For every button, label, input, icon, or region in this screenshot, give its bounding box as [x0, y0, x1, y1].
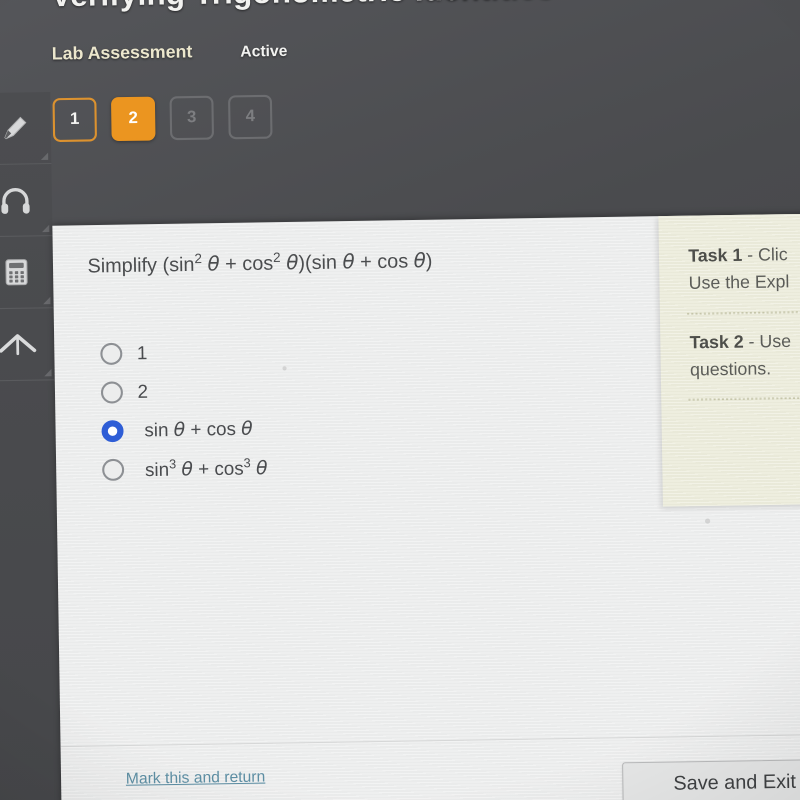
option-label-4: sin3 θ + cos3 θ	[144, 455, 268, 481]
answer-options: 1 2 sin θ + cos θ sin3 θ + cos3 θ	[100, 332, 268, 489]
option-row-2[interactable]: 2	[100, 371, 267, 412]
highlighter-icon	[0, 110, 32, 146]
step-tabs: 1 2 3 4	[52, 94, 273, 143]
chevron-up-icon	[0, 327, 39, 361]
tab-step-1[interactable]: 1	[52, 97, 98, 143]
task-divider-2	[688, 396, 800, 402]
radio-option-2[interactable]	[100, 381, 124, 404]
task-1-text: - Clic	[742, 244, 788, 266]
task-instructions-panel: Task 1 - Clic Use the Expl Task 2 - Use …	[658, 212, 800, 507]
photo-speck	[282, 366, 287, 371]
task-2-block: Task 2 - Use questions.	[660, 326, 800, 385]
tab-step-3[interactable]: 3	[169, 95, 215, 141]
option-label-3: sin θ + cos θ	[144, 417, 253, 442]
option-row-3[interactable]: sin θ + cos θ	[101, 409, 267, 450]
option-row-1[interactable]: 1	[100, 332, 266, 373]
assessment-screen: Verifying Trigonometric Identities Lab A…	[0, 0, 800, 800]
radio-option-1[interactable]	[100, 342, 123, 365]
calculator-icon	[0, 255, 34, 289]
radio-option-4[interactable]	[102, 458, 125, 481]
task-2-title: Task 2	[689, 331, 744, 353]
collapse-tool[interactable]	[0, 308, 55, 382]
app-header: Verifying Trigonometric Identities Lab A…	[0, 0, 800, 158]
question-prompt: Simplify (sin2 θ + cos2 θ)(sin θ + cos θ…	[87, 249, 433, 278]
task-1-title: Task 1	[688, 245, 743, 266]
question-panel: Simplify (sin2 θ + cos2 θ)(sin θ + cos θ…	[52, 212, 800, 800]
option-label-1: 1	[136, 342, 148, 364]
task-2-text: - Use	[743, 330, 792, 352]
assessment-type-label: Lab Assessment	[51, 41, 193, 64]
headphones-icon	[0, 182, 33, 218]
mark-this-and-return-link[interactable]: Mark this and return	[126, 768, 266, 788]
status-badge: Active	[240, 42, 288, 61]
task-1-block: Task 1 - Clic Use the Expl	[659, 240, 800, 299]
save-and-exit-button[interactable]: Save and Exit	[622, 758, 800, 800]
footer-divider	[60, 733, 800, 748]
task-2-line-2: questions.	[689, 358, 772, 380]
task-1-line-2: Use the Expl	[688, 271, 790, 294]
tab-step-4[interactable]: 4	[227, 94, 273, 140]
calculator-tool[interactable]	[0, 236, 54, 310]
photo-speck	[704, 518, 711, 524]
assessment-meta: Lab Assessment Active	[52, 40, 288, 65]
tab-step-2[interactable]: 2	[110, 96, 156, 142]
task-divider-1	[687, 309, 800, 315]
audio-tool[interactable]	[0, 164, 53, 238]
highlighter-tool[interactable]	[0, 91, 52, 166]
option-label-2: 2	[137, 380, 149, 403]
option-row-4[interactable]: sin3 θ + cos3 θ	[102, 448, 268, 489]
page-title: Verifying Trigonometric Identities	[51, 0, 555, 15]
radio-option-3[interactable]	[101, 420, 124, 443]
